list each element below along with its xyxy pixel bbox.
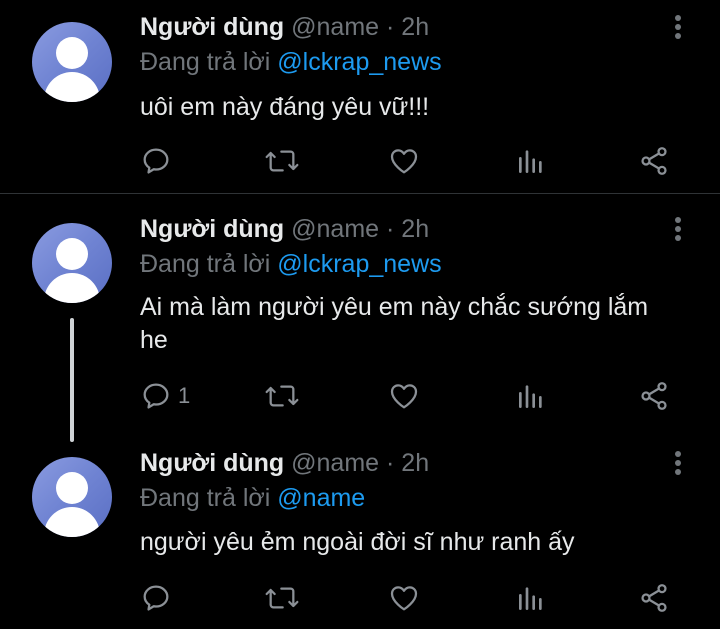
- share-button[interactable]: [638, 376, 670, 416]
- analytics-button[interactable]: [516, 578, 546, 618]
- tweet-actions: [0, 141, 720, 181]
- analytics-button[interactable]: [516, 141, 546, 181]
- avatar-head-shape: [56, 472, 88, 504]
- separator: ·: [386, 449, 395, 477]
- tweet[interactable]: Người dùng @name · 2h Đang trả lời @lckr…: [0, 194, 720, 434]
- reply-to-link[interactable]: @name: [277, 484, 365, 512]
- more-options-icon[interactable]: [668, 448, 688, 478]
- tweet-actions: [0, 578, 720, 618]
- thread-connector-line: [70, 318, 74, 442]
- user-name[interactable]: Người dùng: [140, 13, 284, 41]
- replying-to: Đang trả lời @lckrap_news: [140, 249, 442, 279]
- reply-count: 1: [178, 383, 191, 408]
- retweet-icon: [265, 150, 299, 172]
- share-button[interactable]: [638, 141, 670, 181]
- share-icon: [641, 584, 667, 612]
- avatar-body-shape: [44, 507, 100, 537]
- reply-button[interactable]: 1: [140, 376, 190, 416]
- reply-icon: [143, 383, 169, 409]
- user-handle[interactable]: @name: [291, 215, 379, 243]
- avatar[interactable]: [32, 223, 112, 303]
- tweet-header: Người dùng @name · 2h: [140, 12, 429, 42]
- share-icon: [641, 147, 667, 175]
- avatar-body-shape: [44, 72, 100, 102]
- analytics-icon: [519, 587, 542, 610]
- replying-to: Đang trả lời @lckrap_news: [140, 47, 442, 77]
- like-button[interactable]: [388, 578, 420, 618]
- tweet[interactable]: Người dùng @name · 2h Đang trả lời @lckr…: [0, 0, 720, 193]
- timestamp[interactable]: 2h: [401, 215, 429, 243]
- reply-to-link[interactable]: @lckrap_news: [277, 250, 441, 278]
- share-button[interactable]: [638, 578, 670, 618]
- retweet-button[interactable]: [264, 141, 300, 181]
- like-icon: [390, 586, 418, 611]
- separator: ·: [386, 215, 395, 243]
- user-handle[interactable]: @name: [291, 449, 379, 477]
- tweet-text: Ai mà làm người yêu em này chắc sướng lắ…: [140, 293, 649, 354]
- tweet[interactable]: Người dùng @name · 2h Đang trả lời @name…: [0, 434, 720, 629]
- reply-to-link[interactable]: @lckrap_news: [277, 48, 441, 76]
- user-handle[interactable]: @name: [291, 13, 379, 41]
- avatar[interactable]: [32, 457, 112, 537]
- tweet-header: Người dùng @name · 2h: [140, 448, 429, 478]
- share-icon: [641, 382, 667, 410]
- timestamp[interactable]: 2h: [401, 449, 429, 477]
- like-icon: [390, 149, 418, 174]
- avatar[interactable]: [32, 22, 112, 102]
- retweet-button[interactable]: [264, 578, 300, 618]
- retweet-icon: [265, 385, 299, 407]
- reply-prefix: Đang trả lời: [140, 48, 271, 76]
- avatar-head-shape: [56, 238, 88, 270]
- timestamp[interactable]: 2h: [401, 13, 429, 41]
- tweet-actions: 1: [0, 376, 720, 416]
- like-button[interactable]: [388, 141, 420, 181]
- reply-button[interactable]: [140, 578, 178, 618]
- avatar-head-shape: [56, 37, 88, 69]
- tweet-header: Người dùng @name · 2h: [140, 214, 429, 244]
- analytics-button[interactable]: [516, 376, 546, 416]
- like-icon: [390, 384, 418, 409]
- tweet-text: uôi em này đáng yêu vữ!!!: [140, 93, 430, 121]
- reply-prefix: Đang trả lời: [140, 484, 271, 512]
- more-options-icon[interactable]: [668, 12, 688, 42]
- more-options-icon[interactable]: [668, 214, 688, 244]
- tweet-text: người yêu ẻm ngoài đời sĩ như ranh ấy: [140, 528, 575, 556]
- avatar-body-shape: [44, 273, 100, 303]
- user-name[interactable]: Người dùng: [140, 215, 284, 243]
- analytics-icon: [519, 385, 542, 408]
- separator: ·: [386, 13, 395, 41]
- like-button[interactable]: [388, 376, 420, 416]
- reply-prefix: Đang trả lời: [140, 250, 271, 278]
- reply-button[interactable]: [140, 141, 178, 181]
- reply-icon: [143, 585, 169, 611]
- reply-icon: [143, 148, 169, 174]
- retweet-icon: [265, 587, 299, 609]
- replying-to: Đang trả lời @name: [140, 483, 365, 513]
- user-name[interactable]: Người dùng: [140, 449, 284, 477]
- retweet-button[interactable]: [264, 376, 300, 416]
- analytics-icon: [519, 150, 542, 173]
